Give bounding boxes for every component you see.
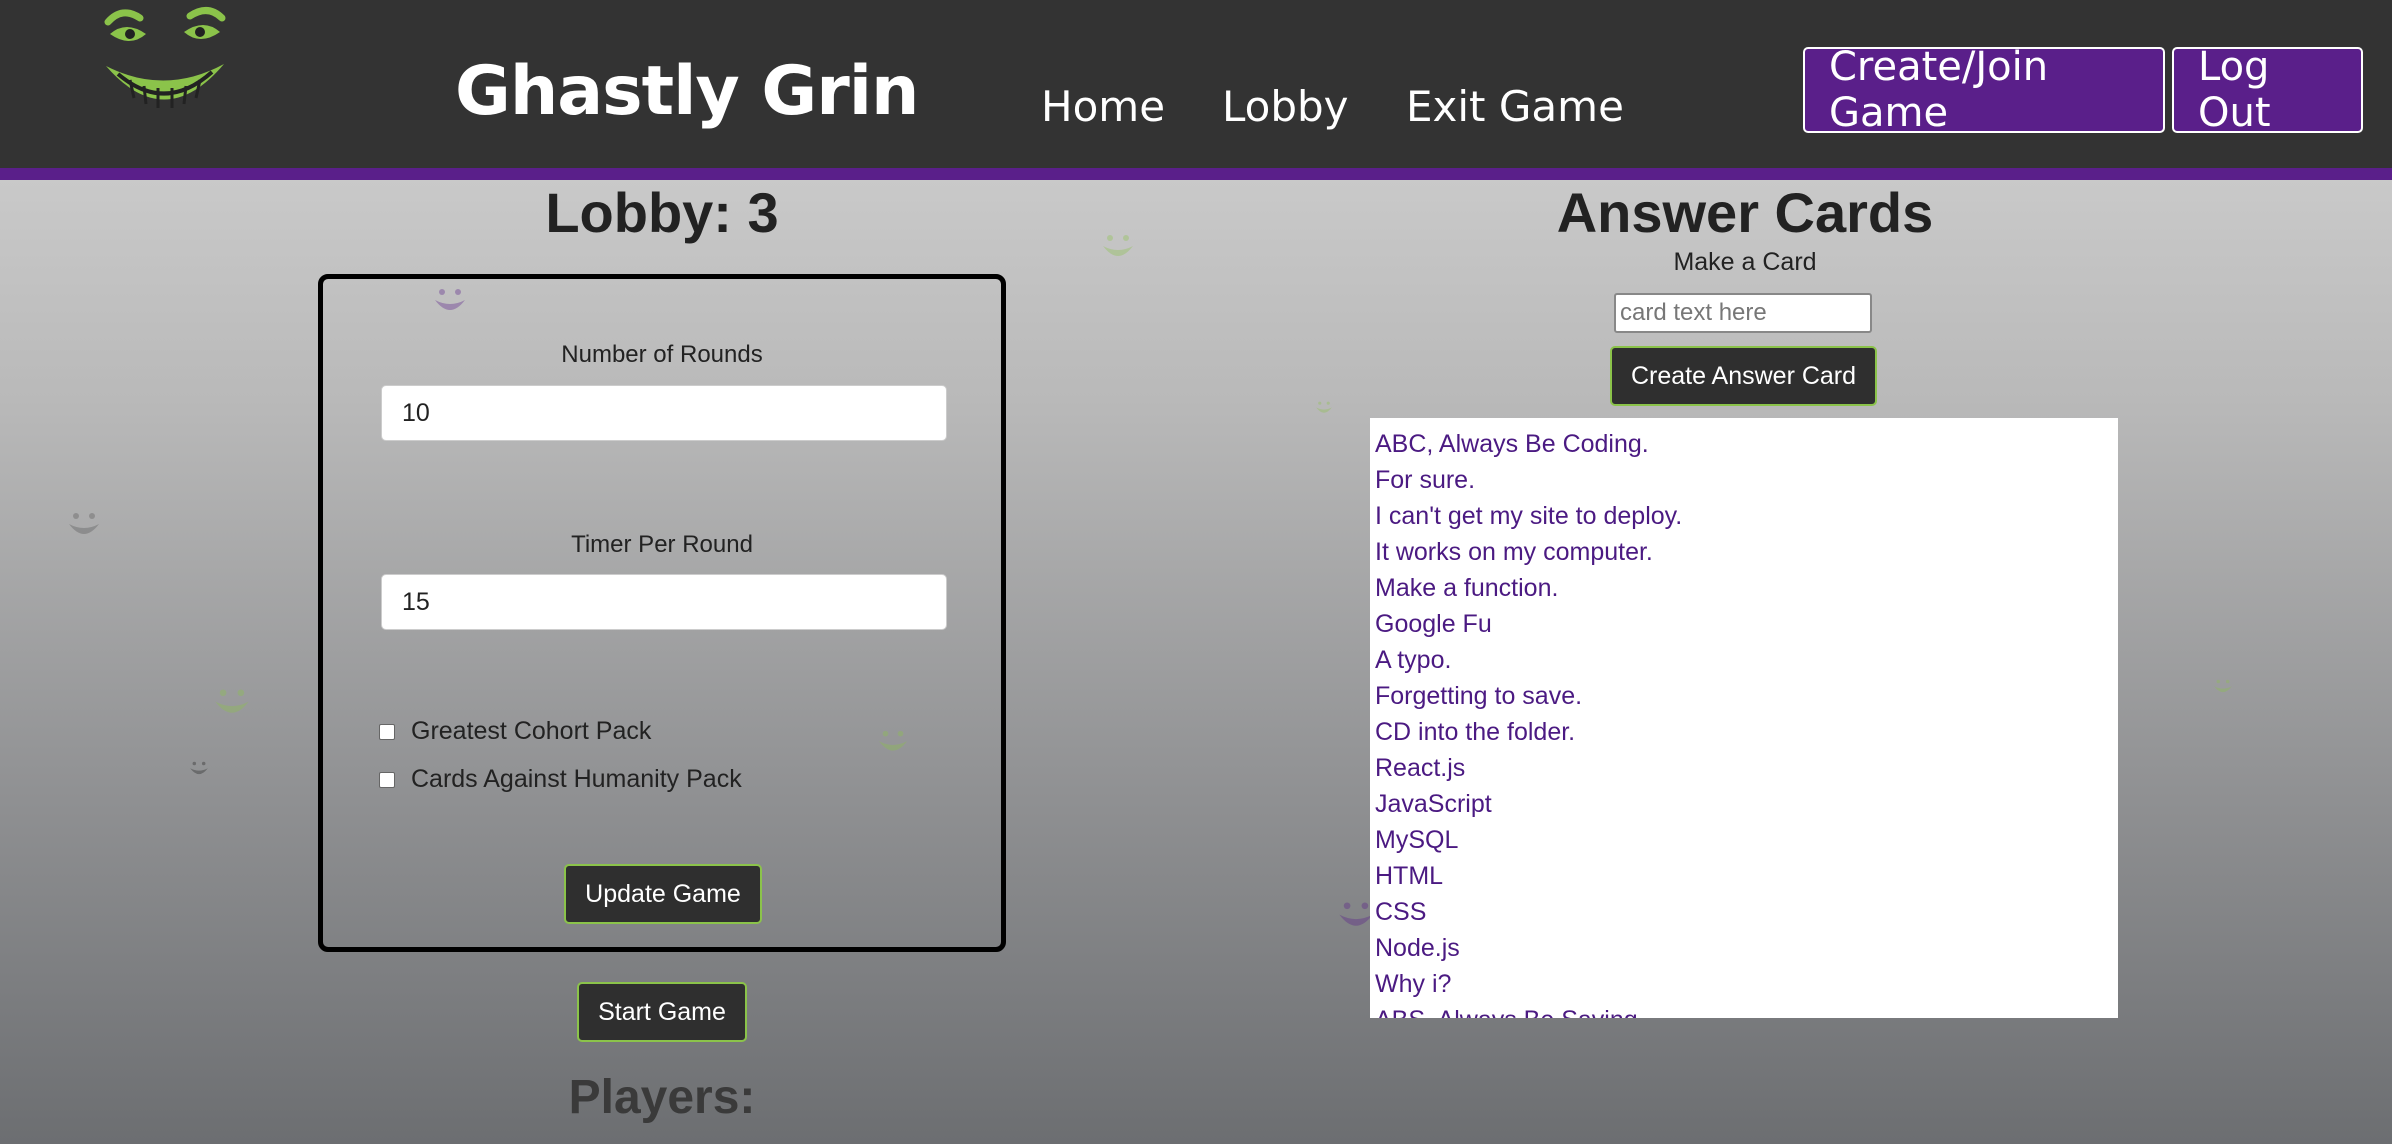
list-item[interactable]: CD into the folder. xyxy=(1375,714,2113,750)
cards-against-humanity-pack-option[interactable]: Cards Against Humanity Pack xyxy=(379,765,742,794)
list-item[interactable]: MySQL xyxy=(1375,822,2113,858)
decorative-face-icon xyxy=(190,761,208,775)
greatest-cohort-pack-option[interactable]: Greatest Cohort Pack xyxy=(379,717,651,746)
nav-lobby[interactable]: Lobby xyxy=(1222,82,1349,131)
timer-label: Timer Per Round xyxy=(571,531,753,558)
log-out-button[interactable]: Log Out xyxy=(2172,44,2363,136)
navbar: Ghastly Grin Home Lobby Exit Game Create… xyxy=(0,0,2392,180)
answer-card-list[interactable]: ABC, Always Be Coding. For sure. I can't… xyxy=(1370,418,2118,1018)
decorative-face-icon xyxy=(1316,401,1332,413)
list-item[interactable]: ABC, Always Be Coding. xyxy=(1375,426,2113,462)
nav-home[interactable]: Home xyxy=(1041,82,1165,131)
game-settings-form: Number of Rounds Timer Per Round Greates… xyxy=(318,274,1006,952)
rounds-input[interactable] xyxy=(381,385,947,441)
nav-exit-game[interactable]: Exit Game xyxy=(1406,82,1624,131)
card-text-input[interactable] xyxy=(1614,293,1872,333)
list-item[interactable]: Google Fu xyxy=(1375,606,2113,642)
list-item[interactable]: For sure. xyxy=(1375,462,2113,498)
create-join-game-button[interactable]: Create/Join Game xyxy=(1803,44,2165,136)
checkbox[interactable] xyxy=(379,723,395,740)
make-card-label: Make a Card xyxy=(1673,248,1817,276)
list-item[interactable]: Why i? xyxy=(1375,966,2113,1002)
list-item[interactable]: A typo. xyxy=(1375,642,2113,678)
decorative-face-icon xyxy=(69,513,99,534)
checkbox[interactable] xyxy=(379,771,395,788)
timer-input[interactable] xyxy=(381,574,947,630)
list-item[interactable]: Make a function. xyxy=(1375,570,2113,606)
list-item[interactable]: CSS xyxy=(1375,894,2113,930)
answer-cards-title: Answer Cards xyxy=(1556,181,1934,244)
lobby-title: Lobby: 3 xyxy=(545,181,779,244)
cards-against-humanity-pack-label: Cards Against Humanity Pack xyxy=(411,765,742,793)
grinning-face-icon[interactable] xyxy=(100,4,230,128)
brand-title[interactable]: Ghastly Grin xyxy=(455,52,919,131)
rounds-label: Number of Rounds xyxy=(561,341,763,368)
list-item[interactable]: React.js xyxy=(1375,750,2113,786)
list-item[interactable]: Forgetting to save. xyxy=(1375,678,2113,714)
decorative-face-icon xyxy=(215,689,249,713)
greatest-cohort-pack-label: Greatest Cohort Pack xyxy=(411,717,652,745)
start-game-button[interactable]: Start Game xyxy=(577,982,747,1042)
list-item[interactable]: Node.js xyxy=(1375,930,2113,966)
list-item[interactable]: It works on my computer. xyxy=(1375,534,2113,570)
list-item[interactable]: HTML xyxy=(1375,858,2113,894)
decorative-face-icon xyxy=(1103,235,1133,256)
decorative-face-icon xyxy=(2214,679,2232,693)
update-game-button[interactable]: Update Game xyxy=(564,864,762,924)
list-item[interactable]: JavaScript xyxy=(1375,786,2113,822)
list-item[interactable]: I can't get my site to deploy. xyxy=(1375,498,2113,534)
create-answer-card-button[interactable]: Create Answer Card xyxy=(1610,346,1877,406)
players-heading: Players: xyxy=(568,1071,756,1124)
list-item[interactable]: ABS, Always Be Saving. xyxy=(1375,1002,2113,1018)
